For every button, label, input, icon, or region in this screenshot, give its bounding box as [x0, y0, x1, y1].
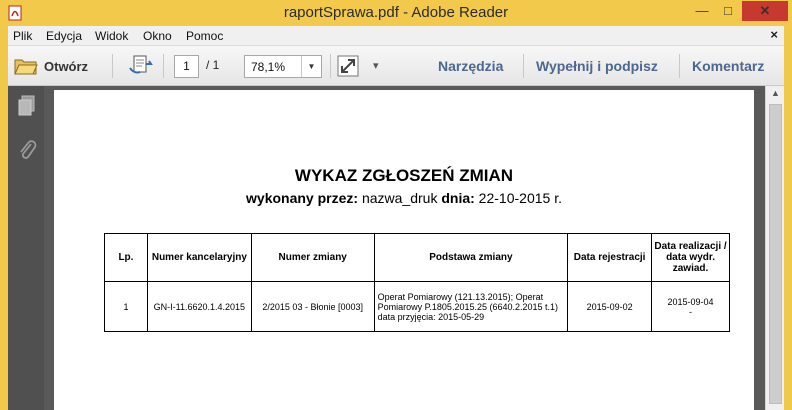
date-label: dnia: — [441, 190, 475, 206]
column-header-podstawa-zmiany: Podstawa zmiany — [373, 233, 569, 282]
page-total: / 1 — [206, 58, 220, 72]
zoom-select[interactable]: 78,1% ▼ — [244, 55, 322, 78]
cell-numer-zmiany: 2/2015 03 - Błonie [0003] — [250, 281, 375, 332]
toolbar-separator — [523, 54, 524, 78]
created-by-value: nazwa_druk — [358, 190, 442, 206]
column-header-data-realizacji: Data realizacji / data wydr. zawiad. — [651, 233, 730, 282]
cell-lp: 1 — [104, 281, 148, 332]
menu-bar: Plik Edycja Widok Okno Pomoc × — [8, 26, 784, 46]
close-document-button[interactable]: × — [770, 27, 778, 42]
column-header-lp: Lp. — [104, 233, 148, 282]
window-title: raportSprawa.pdf - Adobe Reader — [283, 4, 509, 21]
cell-podstawa-zmiany: Operat Pomiarowy (121.13.2015); Operat P… — [373, 281, 569, 332]
comment-tab[interactable]: Komentarz — [692, 58, 764, 74]
cell-data-rejestracji: 2015-09-02 — [567, 281, 653, 332]
tools-tab[interactable]: Narzędzia — [438, 58, 503, 74]
open-label: Otwórz — [44, 58, 89, 74]
cell-data-realizacji: 2015-09-04 - — [651, 281, 730, 332]
menu-plik[interactable]: Plik — [13, 29, 32, 43]
pages-icon[interactable] — [16, 94, 38, 118]
print-icon[interactable] — [128, 54, 154, 78]
page-number-input[interactable]: 1 — [174, 55, 199, 78]
attachment-icon[interactable] — [16, 138, 38, 162]
maximize-button[interactable]: □ — [715, 1, 741, 21]
document-viewport[interactable]: WYKAZ ZGŁOSZEŃ ZMIAN wykonany przez: naz… — [44, 86, 765, 410]
minimize-button[interactable]: — — [689, 1, 715, 21]
cell-numer-kancelaryjny: GN-I-11.6620.1.4.2015 — [146, 281, 252, 332]
fullscreen-icon[interactable] — [337, 55, 359, 77]
column-header-numer-zmiany: Numer zmiany — [250, 233, 375, 282]
date-value: 22-10-2015 r. — [474, 190, 562, 206]
scroll-up-icon[interactable]: ▲ — [766, 88, 785, 98]
toolbar: Otwórz 1 / 1 78,1% ▼ ▾ Narzędzia Wypełni… — [8, 46, 784, 86]
report-table: Lp. Numer kancelaryjny Numer zmiany Pods… — [104, 233, 730, 332]
open-button[interactable]: Otwórz — [14, 55, 88, 77]
document-title: WYKAZ ZGŁOSZEŃ ZMIAN — [294, 166, 514, 185]
chevron-down-icon[interactable]: ▼ — [301, 56, 321, 77]
menu-widok[interactable]: Widok — [95, 29, 128, 43]
table-header-row: Lp. Numer kancelaryjny Numer zmiany Pods… — [104, 233, 730, 282]
data-realizacji-value: 2015-09-04 — [667, 296, 714, 307]
table-row: 1 GN-I-11.6620.1.4.2015 2/2015 03 - Błon… — [104, 281, 730, 332]
data-wydr-value: - — [689, 306, 693, 317]
column-header-numer-kancelaryjny: Numer kancelaryjny — [146, 233, 252, 282]
created-by-label: wykonany przez: — [246, 190, 359, 206]
title-bar: raportSprawa.pdf - Adobe Reader — □ ✕ — [0, 0, 792, 26]
more-tools-icon[interactable]: ▾ — [373, 59, 379, 72]
vertical-scrollbar[interactable]: ▲ — [765, 86, 784, 410]
scrollbar-thumb[interactable] — [769, 104, 782, 404]
toolbar-separator — [679, 54, 680, 78]
toolbar-separator — [112, 54, 113, 78]
close-window-button[interactable]: ✕ — [742, 1, 788, 21]
menu-pomoc[interactable]: Pomoc — [186, 29, 223, 43]
pdf-page: WYKAZ ZGŁOSZEŃ ZMIAN wykonany przez: naz… — [54, 90, 754, 410]
toolbar-separator — [330, 54, 331, 78]
menu-okno[interactable]: Okno — [143, 29, 172, 43]
window-frame-edge — [784, 26, 792, 410]
document-subtitle: wykonany przez: nazwa_druk dnia: 22-10-2… — [54, 190, 754, 206]
navigation-panel — [8, 86, 44, 410]
folder-icon — [14, 59, 38, 75]
zoom-value: 78,1% — [251, 60, 286, 74]
fill-sign-tab[interactable]: Wypełnij i podpisz — [536, 58, 658, 74]
column-header-data-rejestracji: Data rejestracji — [567, 233, 653, 282]
menu-edycja[interactable]: Edycja — [46, 29, 82, 43]
toolbar-separator — [163, 54, 164, 78]
